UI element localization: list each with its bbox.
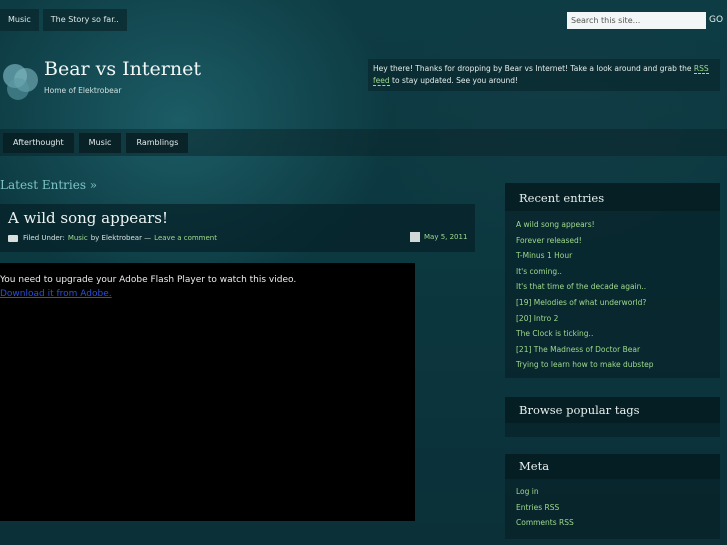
post-title[interactable]: A wild song appears! bbox=[8, 209, 168, 227]
flash-message: You need to upgrade your Adobe Flash Pla… bbox=[0, 275, 297, 285]
welcome-box: Hey there! Thanks for dropping by Bear v… bbox=[368, 59, 720, 91]
popular-tags-title[interactable]: Browse popular tags bbox=[519, 403, 640, 417]
welcome-text: Hey there! Thanks for dropping by Bear v… bbox=[373, 64, 694, 73]
post-date-text: May 5, 2011 bbox=[424, 233, 468, 241]
meta-title: Meta bbox=[519, 459, 550, 473]
search-input[interactable] bbox=[567, 12, 706, 29]
download-flash-link[interactable]: Download it from Adobe. bbox=[0, 289, 112, 299]
site-title[interactable]: Bear vs Internet bbox=[44, 58, 201, 80]
recent-entry[interactable]: The Clock is ticking.. bbox=[516, 326, 654, 342]
recent-entry[interactable]: [21] The Madness of Doctor Bear bbox=[516, 342, 654, 358]
meta-entries-rss-link[interactable]: Entries RSS bbox=[516, 500, 574, 516]
site-tagline: Home of Elektrobear bbox=[44, 86, 122, 95]
meta-comments-rss-link[interactable]: Comments RSS bbox=[516, 515, 574, 531]
recent-entry[interactable]: It's coming.. bbox=[516, 264, 654, 280]
recent-entry[interactable]: Trying to learn how to make dubstep bbox=[516, 357, 654, 373]
recent-entry[interactable]: Forever released! bbox=[516, 233, 654, 249]
leave-comment-link[interactable]: Leave a comment bbox=[154, 234, 217, 242]
meta-login-link[interactable]: Log in bbox=[516, 484, 574, 500]
latest-entries-heading: Latest Entries » bbox=[0, 178, 98, 192]
recent-entry[interactable]: T-Minus 1 Hour bbox=[516, 248, 654, 264]
bear-logo-icon bbox=[3, 64, 38, 100]
top-nav-story[interactable]: The Story so far.. bbox=[42, 9, 127, 31]
recent-entry[interactable]: It's that time of the decade again.. bbox=[516, 279, 654, 295]
recent-entry[interactable]: [20] Intro 2 bbox=[516, 311, 654, 327]
cat-nav-afterthought[interactable]: Afterthought bbox=[3, 133, 74, 153]
top-nav-music[interactable]: Music bbox=[0, 9, 39, 31]
category-nav: Afterthought Music Ramblings bbox=[3, 133, 189, 153]
cat-nav-music[interactable]: Music bbox=[78, 133, 122, 153]
recent-entry[interactable]: [19] Melodies of what underworld? bbox=[516, 295, 654, 311]
post-category-link[interactable]: Music bbox=[68, 234, 88, 242]
recent-entry[interactable]: A wild song appears! bbox=[516, 217, 654, 233]
post-author: by Elektrobear — bbox=[90, 234, 152, 242]
filed-under-label: Filed Under: bbox=[23, 234, 65, 242]
cat-nav-ramblings[interactable]: Ramblings bbox=[126, 133, 189, 153]
folder-icon bbox=[8, 234, 18, 242]
recent-entries-list: A wild song appears! Forever released! T… bbox=[516, 217, 654, 373]
top-nav: Music The Story so far.. bbox=[0, 9, 127, 31]
welcome-text-end: to stay updated. See you around! bbox=[389, 76, 519, 85]
meta-list: Log in Entries RSS Comments RSS bbox=[516, 484, 574, 531]
post-date: May 5, 2011 bbox=[410, 232, 467, 242]
search-go-button[interactable]: GO bbox=[709, 12, 723, 29]
post-meta: Filed Under: Music by Elektrobear — Leav… bbox=[8, 234, 217, 242]
recent-entries-title: Recent entries bbox=[519, 191, 605, 205]
video-embed[interactable] bbox=[0, 263, 415, 521]
calendar-icon bbox=[410, 232, 420, 242]
